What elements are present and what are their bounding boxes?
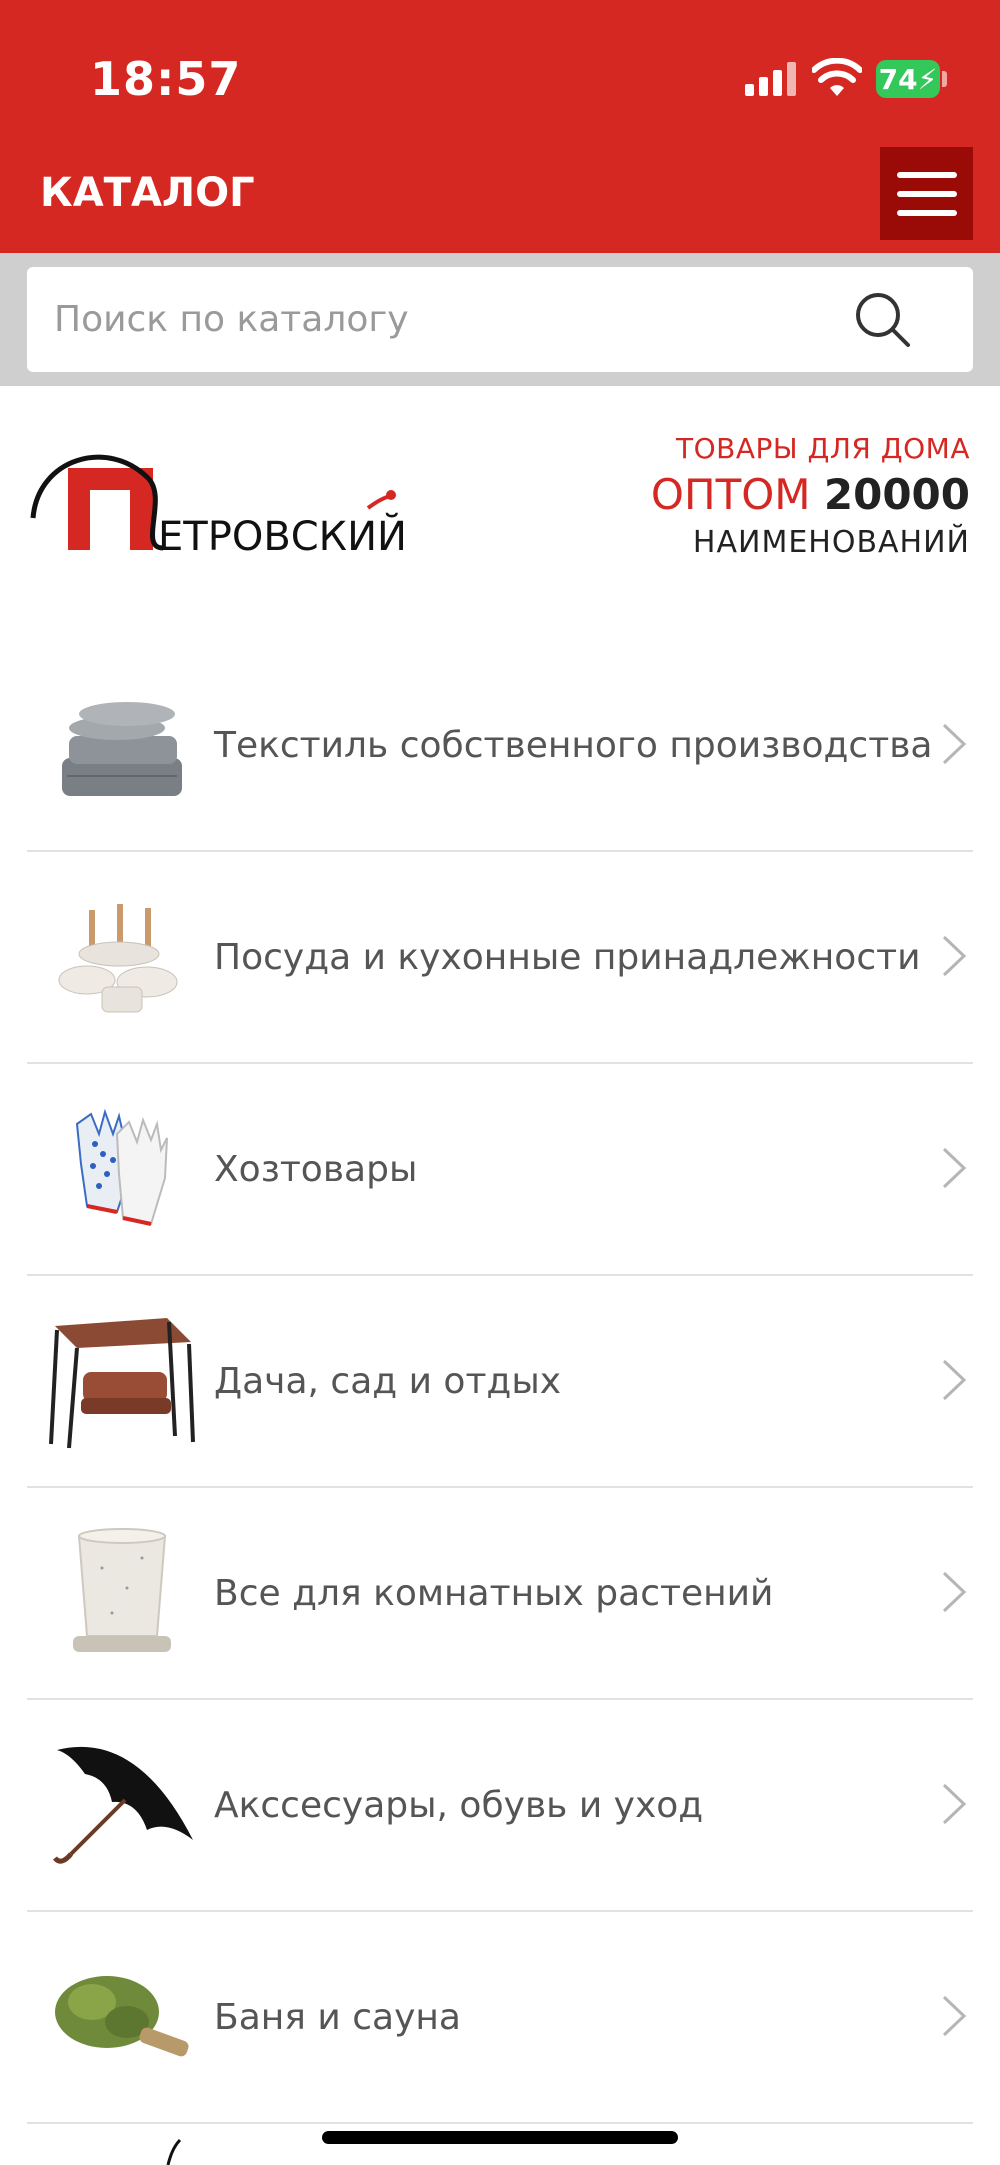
battery-level: 74 (878, 62, 918, 96)
catalog-item-label: Хозтовары (214, 1148, 418, 1190)
catalog-item-label: Дача, сад и отдых (214, 1360, 562, 1402)
catalog-item-label: Баня и сауна (214, 1996, 461, 2038)
charging-bolt-icon: ⚡ (917, 62, 938, 96)
promo-opt: ОПТОМ (650, 470, 811, 519)
catalog-item-accessories[interactable]: Акссесуары, обувь и уход (27, 1700, 973, 1912)
chevron-right-icon (942, 723, 967, 765)
catalog-item-sauna[interactable]: Баня и сауна (27, 1912, 973, 2124)
battery-icon: 74 ⚡ (876, 60, 940, 98)
status-time: 18:57 (90, 52, 242, 106)
catalog-item-household[interactable]: Хозтовары (27, 1064, 973, 1276)
chevron-right-icon (942, 1783, 967, 1825)
catalog-item-cookware[interactable]: Посуда и кухонные принадлежности (27, 852, 973, 1064)
promo-line-2: ОПТОМ 20000 (651, 473, 970, 517)
catalog-item-label: Все для комнатных растений (214, 1572, 774, 1614)
menu-line (896, 209, 957, 216)
textile-icon (62, 702, 182, 796)
umbrella-icon (53, 1746, 193, 1864)
catalog-item-garden[interactable]: Дача, сад и отдых (27, 1276, 973, 1488)
logo-text: ЕТРОВСКИЙ (158, 512, 407, 560)
menu-line (896, 190, 957, 197)
menu-line (896, 171, 957, 178)
chevron-right-icon (942, 1147, 967, 1189)
promo-line-3: НАИМЕНОВАНИЙ (692, 525, 970, 560)
page-title: КАТАЛОГ (40, 170, 255, 216)
wifi-icon (812, 58, 862, 96)
bath-broom-icon (55, 1976, 189, 2057)
gloves-icon (75, 1108, 168, 1226)
promo-number: 20000 (823, 470, 970, 519)
hamburger-menu-button[interactable] (880, 147, 973, 240)
search-icon[interactable] (852, 289, 914, 351)
catalog-item-label: Акссесуары, обувь и уход (214, 1784, 704, 1826)
catalog-list: Текстиль собственного производства Посуд… (27, 640, 973, 2124)
cellular-signal-icon (745, 62, 796, 96)
catalog-item-textile[interactable]: Текстиль собственного производства (27, 640, 973, 852)
cookware-icon (58, 904, 178, 1013)
garden-swing-icon (49, 1318, 195, 1449)
chevron-right-icon (942, 1995, 967, 2037)
next-item-peek (166, 2138, 182, 2165)
promo-banner: ТОВАРЫ ДЛЯ ДОМА ОПТОМ 20000 НАИМЕНОВАНИЙ (651, 432, 970, 560)
catalog-item-houseplants[interactable]: Все для комнатных растений (27, 1488, 973, 1700)
petrovsky-logo[interactable]: ЕТРОВСКИЙ (28, 438, 408, 568)
promo-line-1: ТОВАРЫ ДЛЯ ДОМА (675, 432, 970, 465)
app-header: 18:57 74 ⚡ КАТАЛОГ (0, 0, 1000, 253)
search-input[interactable] (27, 267, 874, 372)
flower-pot-icon (73, 1528, 171, 1652)
chevron-right-icon (942, 1359, 967, 1401)
chevron-right-icon (942, 935, 967, 977)
battery-cap (942, 71, 947, 87)
search-box (27, 267, 973, 372)
home-indicator (322, 2131, 678, 2144)
catalog-item-label: Посуда и кухонные принадлежности (214, 936, 921, 978)
catalog-item-label: Текстиль собственного производства (214, 724, 933, 766)
chevron-right-icon (942, 1571, 967, 1613)
